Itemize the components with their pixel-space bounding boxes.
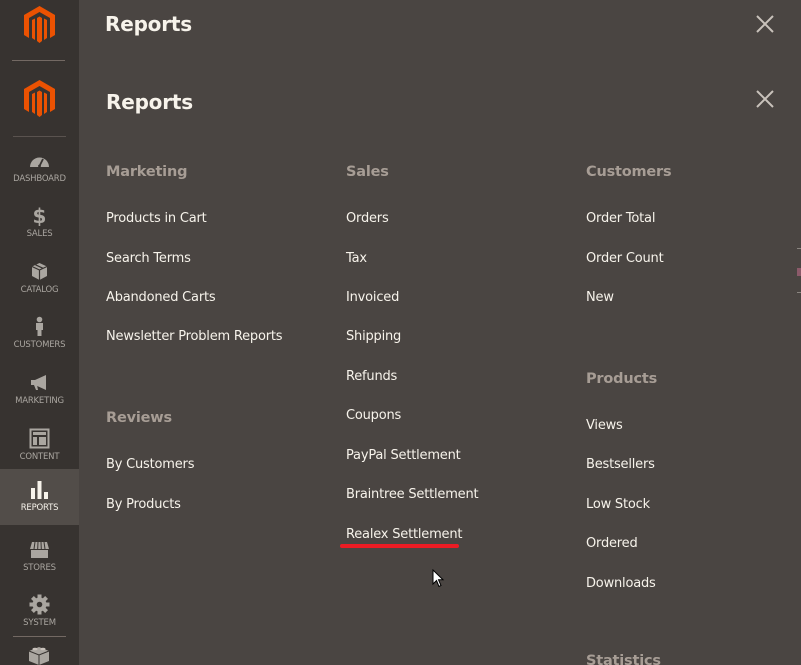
sidebar-item-label: CONTENT <box>19 452 60 462</box>
sidebar-item-label: REPORTS <box>20 503 59 513</box>
layout-icon <box>29 428 50 449</box>
group-title-customers: Customers <box>586 164 672 180</box>
sidebar-item-label: SALES <box>26 229 53 239</box>
magento-logo-icon[interactable] <box>24 80 55 118</box>
menu-link-downloads[interactable]: Downloads <box>586 576 656 591</box>
sidebar-item-label: STORES <box>23 563 56 573</box>
group-title-sales: Sales <box>346 164 389 180</box>
menu-link-bestsellers[interactable]: Bestsellers <box>586 457 655 472</box>
group-title-statistics: Statistics <box>586 653 661 665</box>
page-title: Reports <box>105 12 192 36</box>
mouse-cursor-icon <box>432 569 445 588</box>
divider <box>13 136 66 137</box>
close-icon[interactable] <box>756 15 774 33</box>
menu-link-abandoned-carts[interactable]: Abandoned Carts <box>106 290 216 305</box>
dashboard-icon <box>30 157 49 168</box>
sidebar-item-dashboard[interactable]: DASHBOARD <box>0 144 79 200</box>
panel-title: Reports <box>106 90 193 114</box>
sidebar-item-sales[interactable]: $ SALES <box>0 199 79 255</box>
svg-text:$: $ <box>33 205 47 226</box>
sidebar-item-label: CATALOG <box>20 285 59 295</box>
sidebar-item-marketing[interactable]: MARKETING <box>0 366 79 422</box>
menu-link-orders[interactable]: Orders <box>346 211 389 226</box>
menu-link-tax[interactable]: Tax <box>346 251 367 266</box>
menu-link-order-total[interactable]: Order Total <box>586 211 655 226</box>
menu-link-newsletter-problem-reports[interactable]: Newsletter Problem Reports <box>106 329 283 344</box>
sidebar-item-stores[interactable]: STORES <box>0 533 79 589</box>
menu-link-views[interactable]: Views <box>586 418 623 433</box>
sidebar-item-label: MARKETING <box>15 396 64 406</box>
group-title-products: Products <box>586 371 657 387</box>
menu-link-shipping[interactable]: Shipping <box>346 329 401 344</box>
menu-link-order-count[interactable]: Order Count <box>586 251 664 266</box>
sidebar-item-label: CUSTOMERS <box>13 340 66 350</box>
sidebar-item-customers[interactable]: CUSTOMERS <box>0 310 79 366</box>
sidebar-item-reports[interactable]: REPORTS <box>0 469 79 525</box>
menu-link-by-products[interactable]: By Products <box>106 497 181 512</box>
gear-icon <box>29 594 50 615</box>
megaphone-icon <box>31 375 46 390</box>
menu-link-invoiced[interactable]: Invoiced <box>346 290 399 305</box>
menu-link-coupons[interactable]: Coupons <box>346 408 401 423</box>
menu-link-products-in-cart[interactable]: Products in Cart <box>106 211 207 226</box>
background-page-edge <box>797 62 801 665</box>
lego-brick-icon[interactable] <box>28 644 50 665</box>
close-icon[interactable] <box>756 90 774 108</box>
menu-link-ordered[interactable]: Ordered <box>586 536 638 551</box>
menu-link-realex-settlement[interactable]: Realex Settlement <box>346 527 462 542</box>
menu-link-search-terms[interactable]: Search Terms <box>106 251 191 266</box>
menu-link-paypal-settlement[interactable]: PayPal Settlement <box>346 448 461 463</box>
sidebar-item-label: DASHBOARD <box>13 174 66 184</box>
sidebar-item-catalog[interactable]: CATALOG <box>0 255 79 311</box>
menu-link-new[interactable]: New <box>586 290 614 305</box>
header-band: Reports <box>0 0 801 62</box>
dollar-icon: $ <box>33 205 47 226</box>
storefront-icon <box>30 541 49 558</box>
group-title-marketing: Marketing <box>106 164 188 180</box>
bar-chart-icon <box>31 481 48 499</box>
menu-link-low-stock[interactable]: Low Stock <box>586 497 650 512</box>
menu-link-by-customers[interactable]: By Customers <box>106 457 194 472</box>
divider <box>13 636 66 637</box>
divider <box>12 60 65 61</box>
box-icon <box>31 263 48 280</box>
admin-sidebar: DASHBOARD $ SALES CATALOG CUSTOMERS MARK… <box>0 62 79 665</box>
highlight-underline <box>340 544 459 548</box>
logo-area <box>0 0 79 62</box>
menu-link-refunds[interactable]: Refunds <box>346 369 397 384</box>
sidebar-item-label: SYSTEM <box>23 618 56 628</box>
group-title-reviews: Reviews <box>106 410 172 426</box>
menu-link-braintree-settlement[interactable]: Braintree Settlement <box>346 487 479 502</box>
magento-logo-icon[interactable] <box>24 6 55 44</box>
person-icon <box>36 316 43 336</box>
